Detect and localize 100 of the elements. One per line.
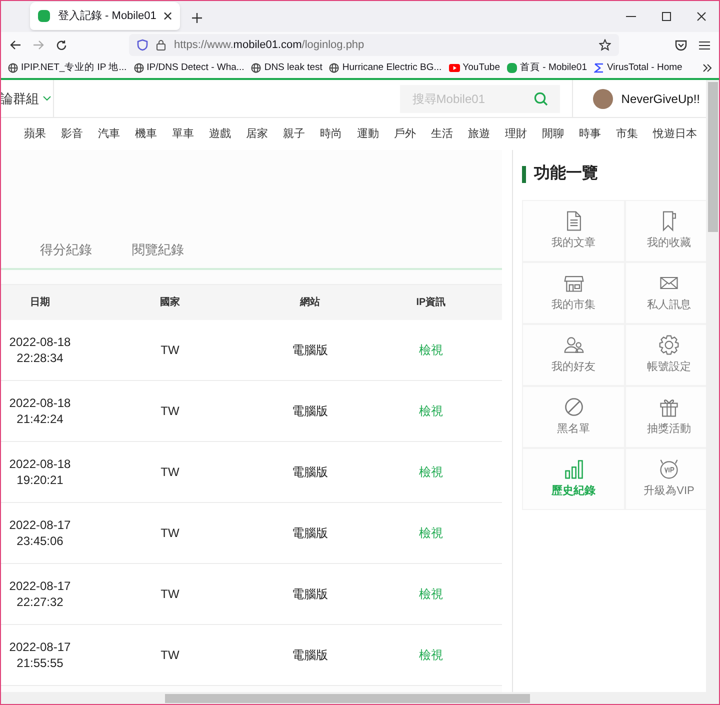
nav-link[interactable]: 單車 [172, 126, 194, 142]
nav-link[interactable]: 閒聊 [542, 126, 564, 142]
sigma-icon [594, 63, 604, 73]
table-cell-text: TW [160, 464, 180, 481]
shield-icon [137, 39, 148, 51]
date-text: 2022-08-17 [9, 639, 71, 655]
feature-item[interactable]: 我的好友 [522, 324, 625, 386]
tab[interactable]: 閱覽紀錄 [132, 232, 184, 268]
tab[interactable]: 得分紀錄 [40, 232, 92, 268]
menu-icon[interactable] [699, 40, 710, 50]
address-bar[interactable]: https://www.mobile01.com/loginlog.php [129, 34, 619, 56]
site-logo-icon [507, 63, 517, 73]
bookmark[interactable]: IP/DNS Detect - Wha... [134, 60, 244, 76]
table-cell-text: 電腦版 [291, 586, 329, 603]
nav-link[interactable]: 親子 [283, 126, 305, 142]
nav-link[interactable]: 蘋果 [24, 126, 46, 142]
chevrons-icon[interactable] [703, 64, 712, 72]
user-name[interactable]: NeverGiveUp!! [621, 90, 700, 108]
bookmark[interactable]: YouTube [448, 60, 500, 76]
close-icon[interactable] [697, 12, 706, 21]
feature-item[interactable]: 我的收藏 [625, 200, 706, 262]
column-header: 日期 [29, 296, 51, 310]
nav-link[interactable]: 機車 [135, 126, 157, 142]
table-cell-text: TW [160, 586, 180, 603]
nav-link[interactable]: 汽車 [98, 126, 120, 142]
table-cell-text: 電腦版 [291, 342, 329, 359]
pocket-icon[interactable] [675, 40, 687, 50]
column-header: 網站 [298, 296, 321, 310]
time-text: 19:20:21 [16, 472, 64, 488]
feature-item[interactable]: 抽獎活動 [625, 386, 706, 448]
ban-icon [562, 396, 584, 418]
sidebar-title: 功能一覽 [534, 164, 598, 184]
date-text: 2022-08-18 [9, 334, 71, 350]
play-icon [448, 64, 460, 72]
time-text: 21:55:55 [16, 655, 64, 671]
bookmark[interactable]: 首頁 - Mobile01 [507, 60, 587, 76]
column-header: 國家 [159, 295, 181, 310]
time-text: 21:42:24 [16, 411, 64, 427]
avatar[interactable] [593, 88, 614, 108]
bookmark[interactable]: Hurricane Electric BG... [329, 60, 442, 76]
site-logo-icon [38, 10, 50, 22]
settings-icon [658, 334, 680, 356]
nav-link[interactable]: 市集 [616, 126, 638, 142]
time-text: 22:28:34 [16, 350, 64, 366]
table-cell-text: 電腦版 [291, 403, 329, 420]
nav-link[interactable]: 戶外 [394, 126, 416, 142]
plus-icon[interactable] [192, 13, 202, 23]
bar-chart-icon [562, 458, 584, 480]
table-cell-text: TW [160, 525, 180, 542]
bookmark[interactable]: VirusTotal - Home [594, 60, 682, 76]
time-text: 23:45:06 [16, 533, 64, 549]
table-cell-text: TW [160, 342, 180, 359]
date-text: 2022-08-18 [9, 395, 71, 411]
feature-item[interactable]: 私人訊息 [625, 262, 706, 324]
search-icon[interactable] [534, 92, 548, 106]
close-icon[interactable] [164, 12, 172, 20]
bookmark[interactable]: IPIP.NET_专业的 IP 地... [8, 60, 127, 76]
table-cell-text: 電腦版 [291, 464, 329, 481]
lock-icon [156, 39, 166, 51]
globe-icon [8, 63, 18, 73]
table-cell-text: TW [160, 647, 180, 664]
table-cell-text: 電腦版 [291, 647, 329, 664]
table-cell-text: 電腦版 [291, 525, 329, 542]
browser-tab[interactable]: 登入記錄 - Mobile01 [30, 2, 180, 30]
url-text: https://www.mobile01.com/loginlog.php [174, 38, 366, 53]
nav-link[interactable]: 時尚 [320, 126, 342, 142]
back-icon[interactable] [10, 40, 21, 50]
nav-link[interactable]: 影音 [61, 126, 83, 142]
nav-link[interactable]: 旅遊 [468, 126, 490, 142]
globe-icon [134, 63, 144, 73]
feature-item[interactable]: 升級為VIP [625, 448, 706, 510]
feature-item[interactable]: 黑名單 [522, 386, 625, 448]
nav-link[interactable]: 遊戲 [209, 126, 231, 142]
feature-item[interactable]: 我的文章 [522, 200, 625, 262]
nav-link[interactable]: 理財 [505, 126, 527, 142]
table-cell-text: TW [160, 403, 180, 420]
scrollbar-thumb[interactable] [165, 694, 530, 703]
tab-title: 登入記錄 - Mobile01 [58, 8, 156, 24]
reload-icon[interactable] [56, 40, 67, 50]
scrollbar-thumb[interactable] [708, 82, 718, 232]
feature-item[interactable]: 帳號設定 [625, 324, 706, 386]
star-icon[interactable] [599, 39, 611, 51]
nav-link[interactable]: 時事 [579, 126, 601, 142]
date-text: 2022-08-17 [9, 517, 71, 533]
feature-item[interactable]: 我的市集 [522, 262, 625, 324]
bookmark[interactable]: DNS leak test [251, 60, 322, 76]
date-text: 2022-08-18 [9, 456, 71, 472]
nav-link[interactable]: 生活 [431, 126, 453, 142]
globe-icon [251, 63, 262, 73]
time-text: 22:27:32 [16, 594, 64, 610]
column-header: IP資訊 [415, 296, 447, 310]
globe-icon [329, 63, 340, 73]
nav-link[interactable]: 悅遊日本 [653, 126, 697, 142]
vip-badge-icon [658, 458, 680, 480]
nav-link[interactable]: 運動 [357, 126, 379, 142]
search-field[interactable]: 搜尋Mobile01 [400, 84, 560, 112]
maximize-icon[interactable] [662, 12, 671, 21]
nav-link[interactable]: 居家 [246, 126, 268, 142]
chevron-down-icon[interactable] [43, 96, 51, 101]
date-text: 2022-08-17 [9, 578, 71, 594]
